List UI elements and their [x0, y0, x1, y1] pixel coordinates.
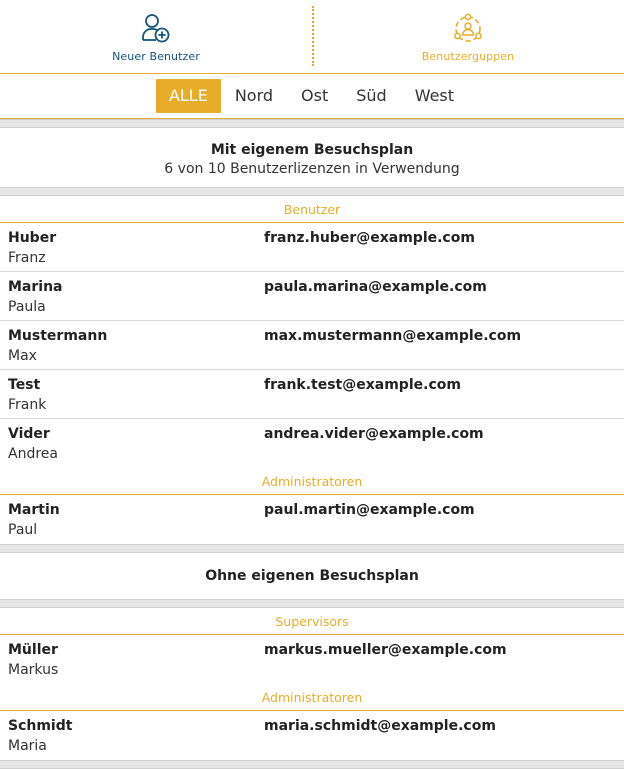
- user-last-name: Vider: [8, 426, 50, 442]
- user-email: paul.martin@example.com: [264, 502, 475, 518]
- admins-group-label: Administratoren: [0, 684, 624, 711]
- user-row[interactable]: Mustermann Max max.mustermann@example.co…: [0, 321, 624, 370]
- license-usage-text: 6 von 10 Benutzerlizenzen in Verwendung: [164, 161, 460, 177]
- user-first-name: Andrea: [8, 446, 58, 462]
- top-action-bar: Neuer Benutzer Benutzerguppen: [0, 0, 624, 74]
- user-row[interactable]: Huber Franz franz.huber@example.com: [0, 223, 624, 272]
- user-row[interactable]: Marina Paula paula.marina@example.com: [0, 272, 624, 321]
- user-email: markus.mueller@example.com: [264, 642, 507, 658]
- section-gap: [0, 544, 624, 553]
- new-user-button[interactable]: Neuer Benutzer: [0, 0, 312, 73]
- user-last-name: Martin: [8, 502, 60, 518]
- user-first-name: Franz: [8, 250, 46, 266]
- with-plan-header: Mit eigenem Besuchsplan 6 von 10 Benutze…: [0, 128, 624, 187]
- users-group-label: Benutzer: [0, 196, 624, 223]
- user-first-name: Frank: [8, 397, 47, 413]
- user-last-name: Müller: [8, 642, 58, 658]
- user-first-name: Markus: [8, 662, 59, 678]
- user-email: andrea.vider@example.com: [264, 426, 484, 442]
- user-groups-button[interactable]: Benutzerguppen: [312, 0, 624, 73]
- user-last-name: Mustermann: [8, 328, 108, 344]
- user-email: frank.test@example.com: [264, 377, 461, 393]
- user-row[interactable]: Müller Markus markus.mueller@example.com: [0, 635, 624, 684]
- user-row[interactable]: Schmidt Maria maria.schmidt@example.com: [0, 711, 624, 760]
- user-email: maria.schmidt@example.com: [264, 718, 496, 734]
- user-last-name: Marina: [8, 279, 63, 295]
- section-gap: [0, 599, 624, 608]
- with-plan-title: Mit eigenem Besuchsplan: [210, 142, 414, 158]
- without-plan-header: Ohne eigenen Besuchsplan: [0, 553, 624, 599]
- topbar-divider: [312, 6, 314, 66]
- section-gap: [0, 119, 624, 128]
- section-gap: [0, 187, 624, 196]
- user-last-name: Test: [8, 377, 41, 393]
- filter-west[interactable]: West: [401, 79, 468, 113]
- user-last-name: Huber: [8, 230, 57, 246]
- section-gap: [0, 760, 624, 769]
- user-first-name: Paula: [8, 299, 46, 315]
- region-filter-bar: ALLE Nord Ost Süd West: [0, 74, 624, 119]
- user-email: max.mustermann@example.com: [264, 328, 522, 344]
- user-first-name: Paul: [8, 522, 38, 538]
- user-groups-icon: [454, 13, 482, 42]
- supervisors-group-label: Supervisors: [0, 608, 624, 635]
- user-email: paula.marina@example.com: [264, 279, 487, 295]
- without-plan-title: Ohne eigenen Besuchsplan: [205, 568, 419, 584]
- filter-nord[interactable]: Nord: [221, 79, 287, 113]
- user-first-name: Maria: [8, 738, 47, 754]
- user-last-name: Schmidt: [8, 718, 73, 734]
- filter-ost[interactable]: Ost: [287, 79, 342, 113]
- add-user-icon: [142, 14, 170, 43]
- admins-group-label: Administratoren: [0, 468, 624, 495]
- filter-alle[interactable]: ALLE: [155, 79, 221, 113]
- user-row[interactable]: Vider Andrea andrea.vider@example.com: [0, 419, 624, 468]
- filter-sued[interactable]: Süd: [342, 79, 400, 113]
- user-first-name: Max: [8, 348, 37, 364]
- user-email: franz.huber@example.com: [264, 230, 475, 246]
- user-groups-label: Benutzerguppen: [421, 50, 515, 63]
- user-row[interactable]: Martin Paul paul.martin@example.com: [0, 495, 624, 544]
- user-row[interactable]: Test Frank frank.test@example.com: [0, 370, 624, 419]
- new-user-label: Neuer Benutzer: [112, 50, 200, 63]
